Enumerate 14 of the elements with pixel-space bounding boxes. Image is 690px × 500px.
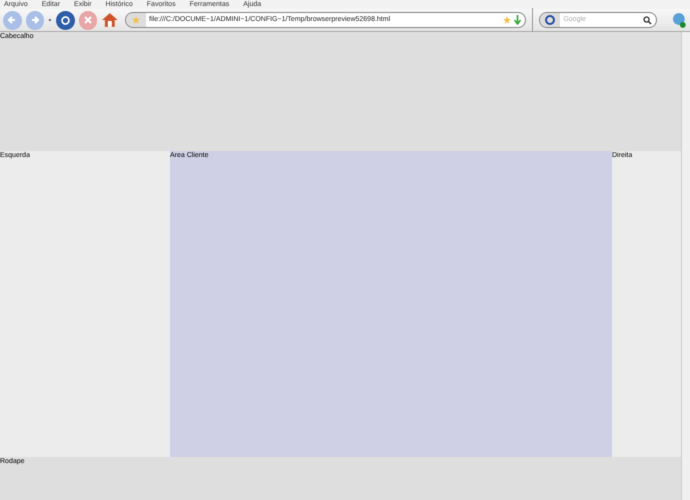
site-identity-button[interactable] [126,13,146,27]
search-icon[interactable] [643,16,652,24]
arrow-left-icon [7,15,18,25]
scrollbar[interactable] [681,32,690,500]
arrow-down-icon[interactable] [514,15,522,25]
star-icon [132,16,140,24]
back-button[interactable] [3,10,22,30]
dropdown-icon[interactable] [48,18,52,22]
arrow-right-icon [30,15,40,25]
close-icon [84,16,92,24]
home-icon[interactable] [101,11,120,29]
search-engine-button[interactable] [540,13,560,27]
refresh-button[interactable] [56,10,75,30]
star-icon[interactable] [503,16,512,24]
